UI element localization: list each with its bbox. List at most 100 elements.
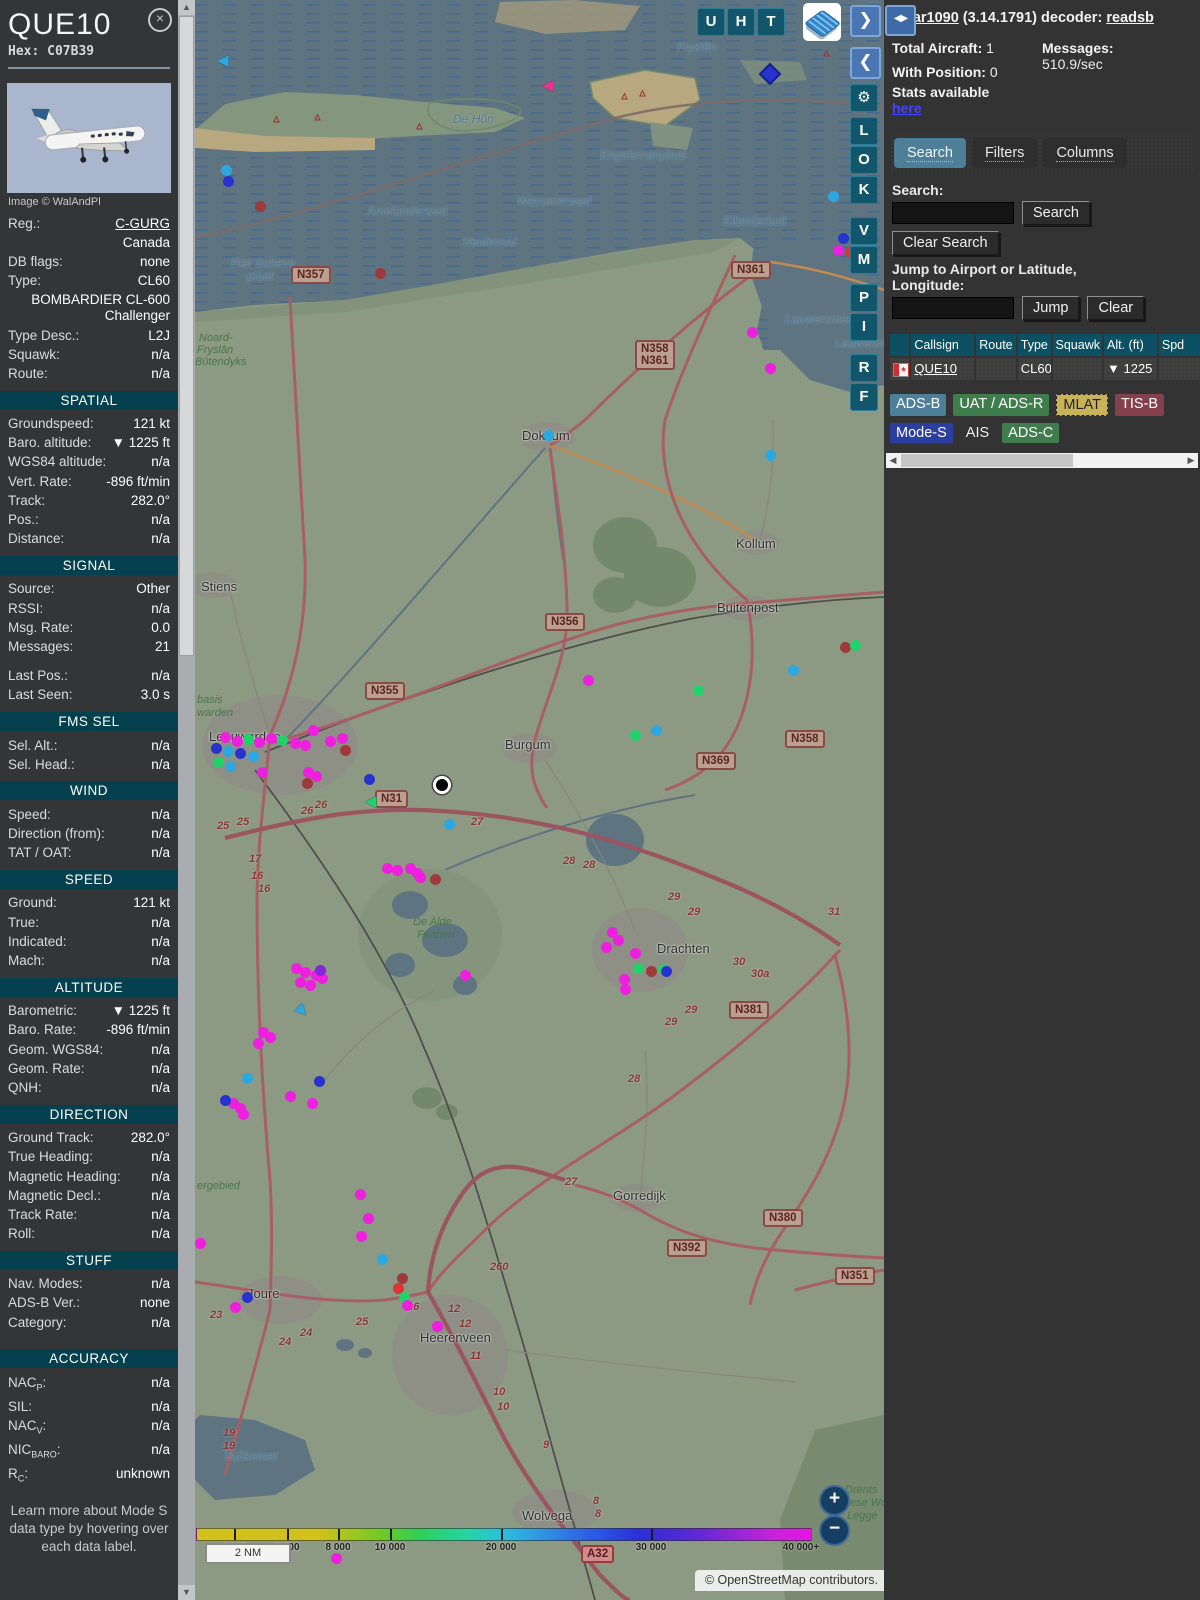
- scrollbar-thumb[interactable]: [179, 16, 194, 656]
- aircraft-dot[interactable]: [620, 984, 631, 995]
- aircraft-dot[interactable]: [285, 1091, 296, 1102]
- aircraft-dot[interactable]: [364, 774, 375, 785]
- aircraft-triangle-icon[interactable]: ◀: [542, 78, 554, 93]
- aircraft-dot[interactable]: [432, 1321, 443, 1332]
- aircraft-dot[interactable]: [356, 1231, 367, 1242]
- map-button-u[interactable]: U: [697, 8, 725, 36]
- aircraft-dot[interactable]: [444, 819, 455, 830]
- aircraft-dot[interactable]: [661, 966, 672, 977]
- aircraft-dot[interactable]: [248, 751, 259, 762]
- map-button-pan-left[interactable]: ❮: [850, 47, 881, 79]
- map-button-toggle-v[interactable]: V: [850, 217, 878, 245]
- column-header-Route[interactable]: Route: [976, 334, 1015, 356]
- aircraft-dot[interactable]: [311, 771, 322, 782]
- map-attribution[interactable]: © OpenStreetMap contributors.: [695, 1570, 884, 1591]
- aircraft-triangle-icon[interactable]: ◀: [217, 53, 229, 68]
- aircraft-dot[interactable]: [355, 1189, 366, 1200]
- tab-search[interactable]: Search: [894, 138, 966, 168]
- filter-chip-tis-b[interactable]: TIS-B: [1115, 394, 1164, 416]
- column-header-Callsign[interactable]: Callsign: [911, 334, 974, 356]
- aircraft-dot[interactable]: [850, 640, 861, 651]
- search-button[interactable]: Search: [1022, 201, 1090, 225]
- aircraft-dot[interactable]: [337, 733, 348, 744]
- scroll-up-icon[interactable]: ▲: [178, 0, 195, 15]
- aircraft-dot[interactable]: [633, 963, 644, 974]
- aircraft-dot[interactable]: [646, 966, 657, 977]
- aircraft-dot[interactable]: [788, 665, 799, 676]
- aircraft-dot[interactable]: [838, 233, 849, 244]
- aircraft-dot[interactable]: [331, 1553, 342, 1564]
- map-button-settings[interactable]: ⚙: [850, 84, 878, 112]
- aircraft-dot[interactable]: [340, 745, 351, 756]
- aircraft-dot[interactable]: [460, 970, 471, 981]
- zoom-out-button[interactable]: −: [819, 1515, 850, 1546]
- aircraft-dot[interactable]: [308, 725, 319, 736]
- map-button-toggle-r[interactable]: R: [850, 354, 878, 382]
- aircraft-dot[interactable]: [235, 748, 246, 759]
- aircraft-dot[interactable]: [213, 757, 224, 768]
- search-input[interactable]: [892, 202, 1014, 224]
- aircraft-dot[interactable]: [402, 1300, 413, 1311]
- filter-chip-uat-ads-r[interactable]: UAT / ADS-R: [953, 394, 1049, 416]
- map-button-toggle-m[interactable]: M: [850, 246, 878, 274]
- aircraft-dot[interactable]: [765, 363, 776, 374]
- aircraft-dot[interactable]: [242, 1073, 253, 1084]
- map-button-toggle-k[interactable]: K: [850, 176, 878, 204]
- aircraft-dot[interactable]: [277, 735, 288, 746]
- close-icon[interactable]: ×: [148, 8, 172, 32]
- panel-collapse-icon[interactable]: ◀▶: [885, 5, 916, 36]
- column-header-Type[interactable]: Type: [1018, 334, 1051, 356]
- tab-columns[interactable]: Columns: [1043, 138, 1126, 168]
- map-canvas[interactable]: StiensDokkumKollumBuitenpostLeeuwardenBu…: [195, 0, 884, 1600]
- aircraft-dot[interactable]: [375, 268, 386, 279]
- column-header-Squawk[interactable]: Squawk: [1053, 334, 1103, 356]
- aircraft-dot[interactable]: [377, 1254, 388, 1265]
- filter-chip-mlat[interactable]: MLAT: [1056, 394, 1108, 416]
- readsb-link[interactable]: readsb: [1106, 10, 1154, 26]
- aircraft-dot[interactable]: [265, 1032, 276, 1043]
- map-button-h[interactable]: H: [727, 8, 755, 36]
- aircraft-dot[interactable]: [747, 327, 758, 338]
- aircraft-triangle-icon[interactable]: ◀: [365, 794, 377, 809]
- aircraft-dot[interactable]: [315, 965, 326, 976]
- aircraft-dot[interactable]: [220, 732, 231, 743]
- table-row[interactable]: QUE10CL60▼ 1225: [890, 358, 1200, 380]
- aircraft-dot[interactable]: [230, 1302, 241, 1313]
- map-button-t[interactable]: T: [757, 8, 785, 36]
- aircraft-dot[interactable]: [430, 874, 441, 885]
- map-button-toggle-o[interactable]: O: [850, 146, 878, 174]
- scroll-right-icon[interactable]: ▶: [1184, 453, 1198, 468]
- aircraft-dot[interactable]: [415, 872, 426, 883]
- map-button-toggle-i[interactable]: I: [850, 313, 878, 341]
- cell[interactable]: QUE10: [911, 358, 974, 380]
- tab-filters[interactable]: Filters: [972, 138, 1037, 168]
- filter-chip-ais[interactable]: AIS: [960, 423, 995, 443]
- jump-input[interactable]: [892, 297, 1014, 319]
- sidebar-scrollbar[interactable]: ▲ ▼: [178, 0, 195, 1600]
- aircraft-dot[interactable]: [363, 1213, 374, 1224]
- map-button-toggle-l[interactable]: L: [850, 117, 878, 145]
- column-header-Spd[interactable]: Spd: [1159, 334, 1200, 356]
- aircraft-dot[interactable]: [651, 725, 662, 736]
- aircraft-dot[interactable]: [255, 201, 266, 212]
- aircraft-dot[interactable]: [253, 1038, 264, 1049]
- aircraft-dot[interactable]: [223, 176, 234, 187]
- aircraft-dot[interactable]: [211, 743, 222, 754]
- aircraft-dot[interactable]: [220, 1095, 231, 1106]
- aircraft-dot[interactable]: [254, 737, 265, 748]
- map-button-toggle-p[interactable]: P: [850, 284, 878, 312]
- aircraft-dot[interactable]: [392, 865, 403, 876]
- aircraft-dot[interactable]: [828, 191, 839, 202]
- aircraft-dot[interactable]: [300, 740, 311, 751]
- aircraft-dot[interactable]: [601, 942, 612, 953]
- filter-chip-ads-b[interactable]: ADS-B: [890, 394, 946, 416]
- aircraft-dot[interactable]: [225, 761, 236, 772]
- aircraft-dot[interactable]: [243, 734, 254, 745]
- aircraft-dot-black[interactable]: [433, 776, 451, 794]
- aircraft-dot[interactable]: [630, 730, 641, 741]
- aircraft-dot[interactable]: [765, 450, 776, 461]
- aircraft-dot[interactable]: [305, 980, 316, 991]
- hscroll-thumb[interactable]: [901, 454, 1073, 467]
- jump-button[interactable]: Jump: [1022, 296, 1079, 320]
- aircraft-dot[interactable]: [266, 733, 277, 744]
